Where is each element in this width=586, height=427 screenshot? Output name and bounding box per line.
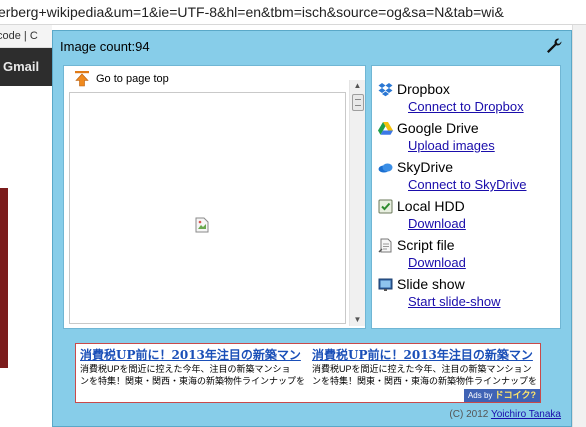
image-list-scrollbar[interactable]: ▲ ▼ (349, 80, 365, 326)
download-script-link[interactable]: Download (408, 254, 466, 271)
upload-images-link[interactable]: Upload images (408, 137, 495, 154)
ad-headline[interactable]: 消費税UP前に！2013年注目の新築マン (312, 347, 540, 363)
copyright-text: (C) 2012 (449, 409, 489, 420)
service-name: Google Drive (397, 120, 479, 136)
address-bar[interactable]: erberg+wikipedia&um=1&ie=UTF-8&hl=en&tbm… (0, 0, 586, 25)
service-name: Dropbox (397, 81, 450, 97)
ad-body-line: 消費税UPを間近に控えた今年、注目の新築マンション (312, 364, 532, 374)
service-name: Slide show (397, 276, 465, 292)
storage-services-panel: Dropbox Connect to Dropbox Google Drive … (371, 65, 561, 329)
ad-item[interactable]: 消費税UP前に！2013年注目の新築マン 消費税UPを間近に控えた今年、注目の新… (312, 347, 540, 387)
ad-body-line: ンを特集！関東・関西・東海の新築物件ラインナップを (312, 376, 538, 386)
image-list-panel: Go to page top ▲ ▼ (63, 65, 366, 329)
ad-headline[interactable]: 消費税UP前に！2013年注目の新築マン (80, 347, 310, 363)
service-name: SkyDrive (397, 159, 454, 175)
go-to-top-label: Go to page top (96, 73, 169, 85)
ads-by-label: Ads by (467, 391, 493, 400)
broken-image-icon (195, 217, 209, 233)
connect-dropbox-link[interactable]: Connect to Dropbox (408, 98, 524, 115)
script-file-icon (378, 238, 392, 253)
service-name: Local HDD (397, 198, 465, 214)
scroll-down-arrow-icon[interactable]: ▼ (350, 314, 365, 326)
scrollbar-thumb[interactable] (352, 94, 364, 111)
slide-show-icon (378, 278, 393, 291)
service-local-hdd: Local HDD Download (378, 197, 466, 232)
image-count: Image count:94 (60, 39, 150, 54)
address-bar-text: erberg+wikipedia&um=1&ie=UTF-8&hl=en&tbm… (0, 4, 504, 20)
google-bar: Gmail (0, 48, 52, 86)
ad-item[interactable]: 消費税UP前に！2013年注目の新築マン 消費税UPを間近に控えた今年、注目の新… (80, 347, 310, 387)
ad-body-line: 消費税UPを間近に控えた今年、注目の新築マンショ (80, 364, 291, 374)
bookmarks-bar: code | C (0, 25, 52, 48)
extension-popup: Image count:94 Go to page top ▲ ▼ Dropbo… (52, 30, 572, 427)
footer: (C) 2012 Yoichiro Tanaka (449, 409, 561, 420)
ads-by-badge[interactable]: Ads by ドコイク? (463, 389, 540, 402)
gmail-link[interactable]: Gmail (3, 59, 39, 74)
service-google-drive: Google Drive Upload images (378, 119, 495, 154)
skydrive-icon (378, 163, 393, 172)
google-drive-icon (378, 121, 393, 135)
connect-skydrive-link[interactable]: Connect to SkyDrive (408, 176, 527, 193)
author-link[interactable]: Yoichiro Tanaka (491, 409, 561, 420)
dropbox-icon (378, 82, 393, 96)
page-background-image (0, 188, 8, 368)
scroll-up-arrow-icon[interactable]: ▲ (350, 80, 365, 92)
service-skydrive: SkyDrive Connect to SkyDrive (378, 158, 527, 193)
download-local-link[interactable]: Download (408, 215, 466, 232)
bookmark-item[interactable]: code | C (0, 30, 38, 42)
service-name: Script file (397, 237, 455, 253)
image-preview[interactable] (69, 92, 346, 324)
start-slideshow-link[interactable]: Start slide-show (408, 293, 500, 310)
service-script-file: Script file Download (378, 236, 466, 271)
wrench-icon[interactable] (545, 37, 563, 55)
go-to-top-link[interactable]: Go to page top (75, 71, 169, 87)
page-scrollbar[interactable] (572, 25, 586, 427)
ad-network-brand: ドコイク? (494, 390, 536, 400)
service-slide-show: Slide show Start slide-show (378, 275, 500, 310)
local-hdd-icon (378, 199, 393, 213)
advertisement[interactable]: 消費税UP前に！2013年注目の新築マン 消費税UPを間近に控えた今年、注目の新… (75, 343, 541, 403)
go-top-arrow-icon (75, 71, 89, 87)
service-dropbox: Dropbox Connect to Dropbox (378, 80, 524, 115)
ad-body-line: ンを特集！関東・関西・東海の新築物件ラインナップを (80, 376, 306, 386)
